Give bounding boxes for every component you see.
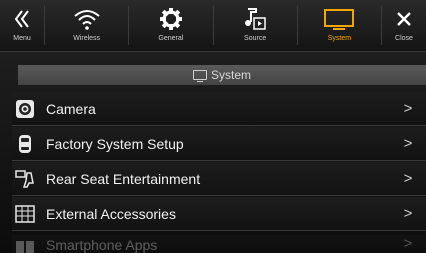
- double-chevron-left-icon: [13, 4, 31, 34]
- list-item-camera[interactable]: Camera >: [12, 92, 426, 126]
- monitor-icon: [192, 70, 207, 82]
- settings-list-panel: System Camera > Factory System Setup > R…: [0, 52, 426, 253]
- tab-close[interactable]: Close: [382, 0, 426, 51]
- list-item-label: Factory System Setup: [46, 135, 184, 152]
- list-item-label: External Accessories: [46, 205, 176, 222]
- list-item-external-accessories[interactable]: External Accessories >: [12, 197, 426, 231]
- tab-general[interactable]: General: [129, 0, 212, 51]
- list-item-label: Rear Seat Entertainment: [46, 170, 201, 187]
- tab-wireless[interactable]: Wireless: [45, 0, 128, 51]
- close-icon: [396, 4, 412, 34]
- music-note-icon: [242, 4, 268, 34]
- section-header: System: [18, 65, 426, 85]
- rear-seat-icon: [14, 168, 36, 190]
- list-item-rear-seat-entertainment[interactable]: Rear Seat Entertainment >: [12, 162, 426, 196]
- monitor-icon: [323, 4, 355, 34]
- tab-label: Menu: [13, 35, 31, 42]
- gear-icon: [159, 4, 183, 34]
- camera-icon: [14, 98, 36, 120]
- grid-panel-icon: [14, 203, 36, 225]
- tab-label: Wireless: [73, 35, 101, 42]
- list-item-factory-system-setup[interactable]: Factory System Setup >: [12, 127, 426, 161]
- list-item-label: Smartphone Apps: [46, 237, 158, 253]
- wifi-icon: [72, 4, 102, 34]
- section-title: System: [210, 68, 251, 82]
- tab-label: System: [327, 35, 352, 42]
- phone-apps-icon: [14, 235, 36, 253]
- chevron-right-icon: >: [403, 170, 413, 187]
- chevron-right-icon: >: [403, 135, 413, 152]
- list-item-label: Camera: [46, 100, 96, 117]
- top-navigation-bar: Menu Wireless General Source System Clos…: [0, 0, 426, 52]
- tab-label: General: [158, 35, 184, 42]
- list-item-smartphone-apps[interactable]: Smartphone Apps >: [12, 235, 426, 253]
- car-icon: [14, 133, 36, 155]
- tab-system[interactable]: System: [298, 0, 381, 51]
- tab-label: Close: [395, 35, 413, 42]
- chevron-right-icon: >: [403, 235, 413, 252]
- tab-source[interactable]: Source: [214, 0, 297, 51]
- tab-menu[interactable]: Menu: [0, 0, 44, 51]
- tab-label: Source: [244, 35, 267, 42]
- chevron-right-icon: >: [403, 205, 413, 222]
- chevron-right-icon: >: [403, 100, 413, 117]
